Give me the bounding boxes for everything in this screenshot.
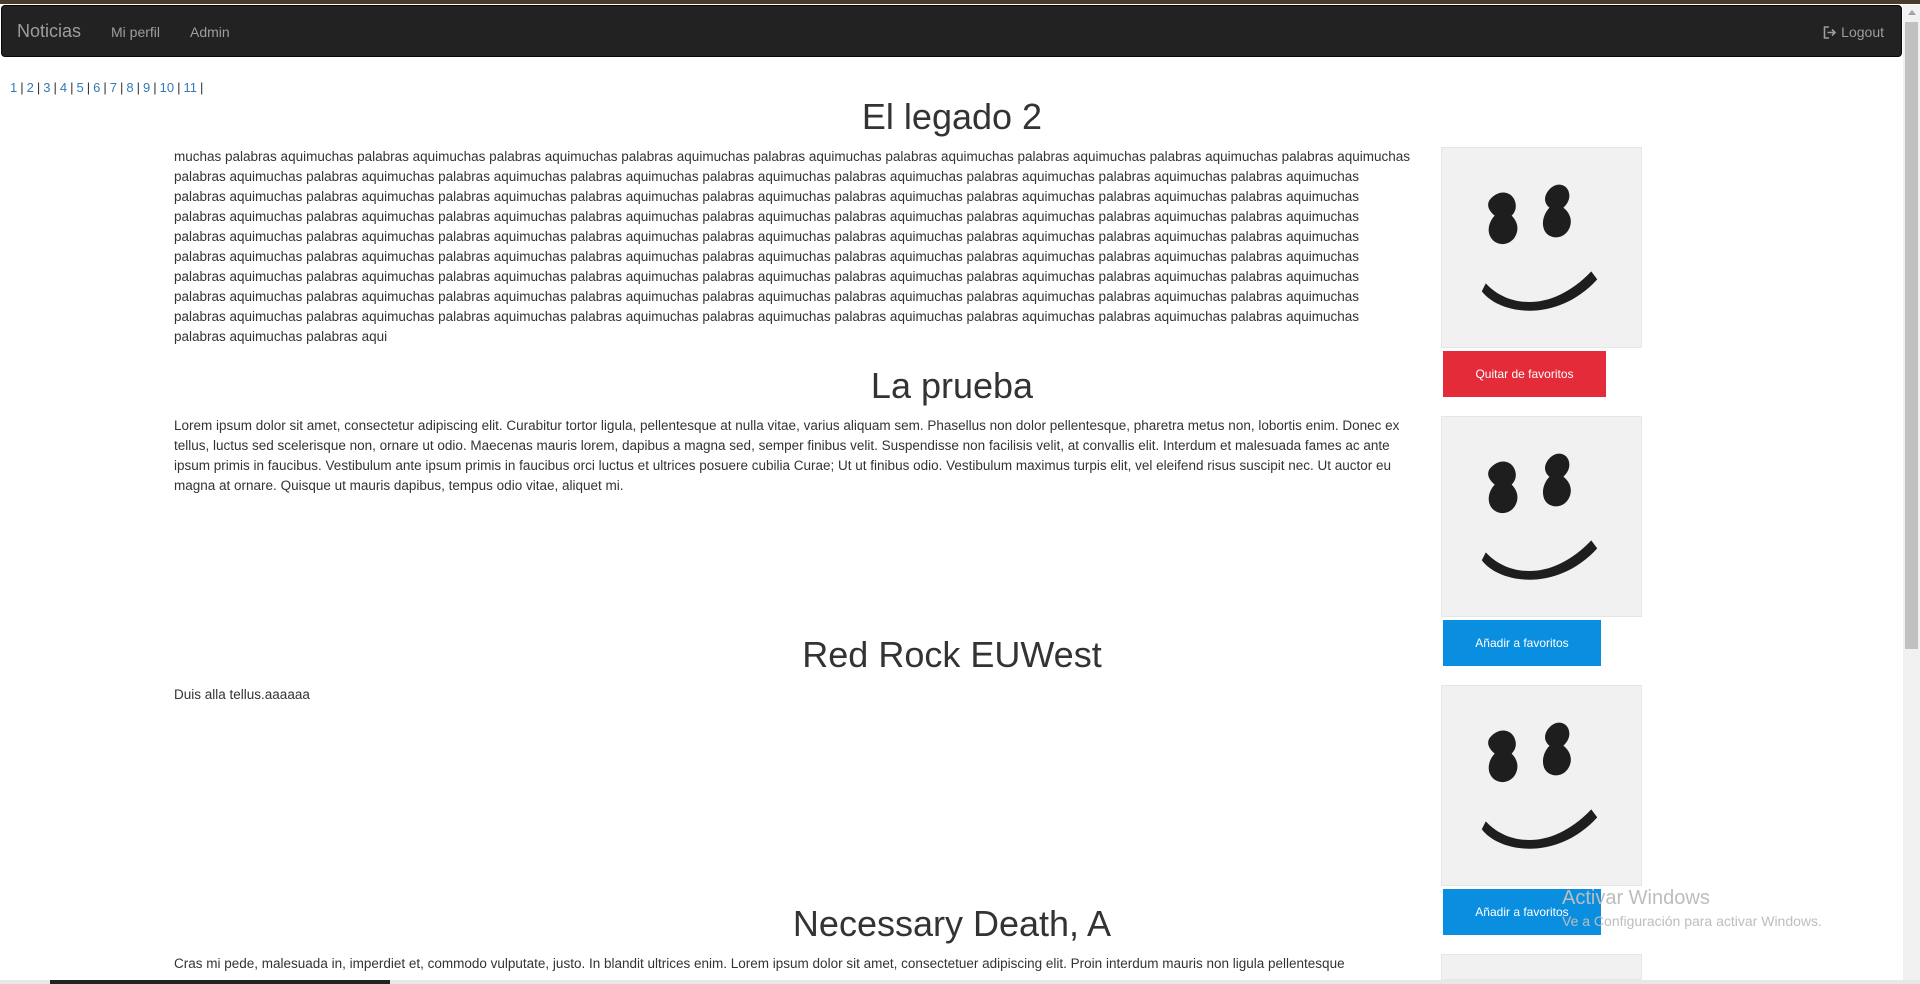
page-link-10[interactable]: 10 (160, 80, 174, 95)
marshmello-face-icon (1481, 722, 1598, 849)
watermark-subtitle: Ve a Configuración para activar Windows. (1562, 913, 1822, 929)
pager-separator: | (199, 80, 204, 95)
logout-link[interactable]: Logout (1823, 24, 1884, 40)
pager-separator: | (136, 80, 140, 95)
nav-link-mi-perfil[interactable]: Mi perfil (111, 24, 160, 40)
page-link-5[interactable]: 5 (77, 80, 84, 95)
window-top-border (0, 0, 1920, 4)
windows-activation-watermark: Activar Windows Ve a Configuración para … (1562, 886, 1822, 930)
article-title: Red Rock EUWest (802, 634, 1102, 675)
pager-separator: | (36, 80, 41, 95)
pager-separator: | (70, 80, 74, 95)
pager-separator: | (119, 80, 124, 95)
watermark-title: Activar Windows (1562, 887, 1710, 909)
page-link-11[interactable]: 11 (183, 80, 197, 95)
logout-icon (1823, 25, 1837, 39)
logout-label: Logout (1841, 24, 1884, 40)
marshmello-face-icon (1481, 184, 1598, 311)
bottom-edge-segment (50, 980, 390, 984)
pager-separator: | (53, 80, 57, 95)
pager-separator: | (153, 80, 157, 95)
article-image (1441, 954, 1642, 980)
top-navbar: Noticias Mi perfil Admin Logout (1, 5, 1902, 57)
pager-separator: | (103, 80, 107, 95)
page-link-8[interactable]: 8 (126, 80, 133, 95)
pagination: 1 | 2 | 3 | 4 | 5 | 6 | 7 | 8 | 9 | 10 | 11 | (10, 81, 206, 95)
article-body: Cras mi pede, malesuada in, imperdiet et… (174, 956, 1345, 971)
pager-separator: | (86, 80, 91, 95)
article-body: muchas palabras aquimuchas palabras aqui… (174, 149, 1410, 344)
article-body: Duis alla tellus.aaaaaa (174, 687, 310, 702)
article-body: Lorem ipsum dolor sit amet, consectetur … (174, 418, 1400, 493)
scroll-up-arrow-icon[interactable] (1908, 10, 1916, 15)
article-title: La prueba (870, 365, 1034, 406)
article-image (1441, 147, 1642, 348)
page-link-7[interactable]: 7 (110, 80, 117, 95)
page-link-2[interactable]: 2 (27, 80, 34, 95)
vertical-scrollbar[interactable] (1903, 5, 1920, 984)
marshmello-face-icon (1481, 453, 1598, 580)
article-image (1441, 416, 1642, 617)
pager-separator: | (20, 80, 24, 95)
nav-link-admin[interactable]: Admin (190, 24, 230, 40)
article-title: El legado 2 (861, 96, 1043, 137)
navbar-brand[interactable]: Noticias (17, 21, 81, 41)
bottom-edge (0, 980, 1920, 984)
article-image (1441, 685, 1642, 886)
scrollbar-thumb[interactable] (1905, 22, 1918, 649)
